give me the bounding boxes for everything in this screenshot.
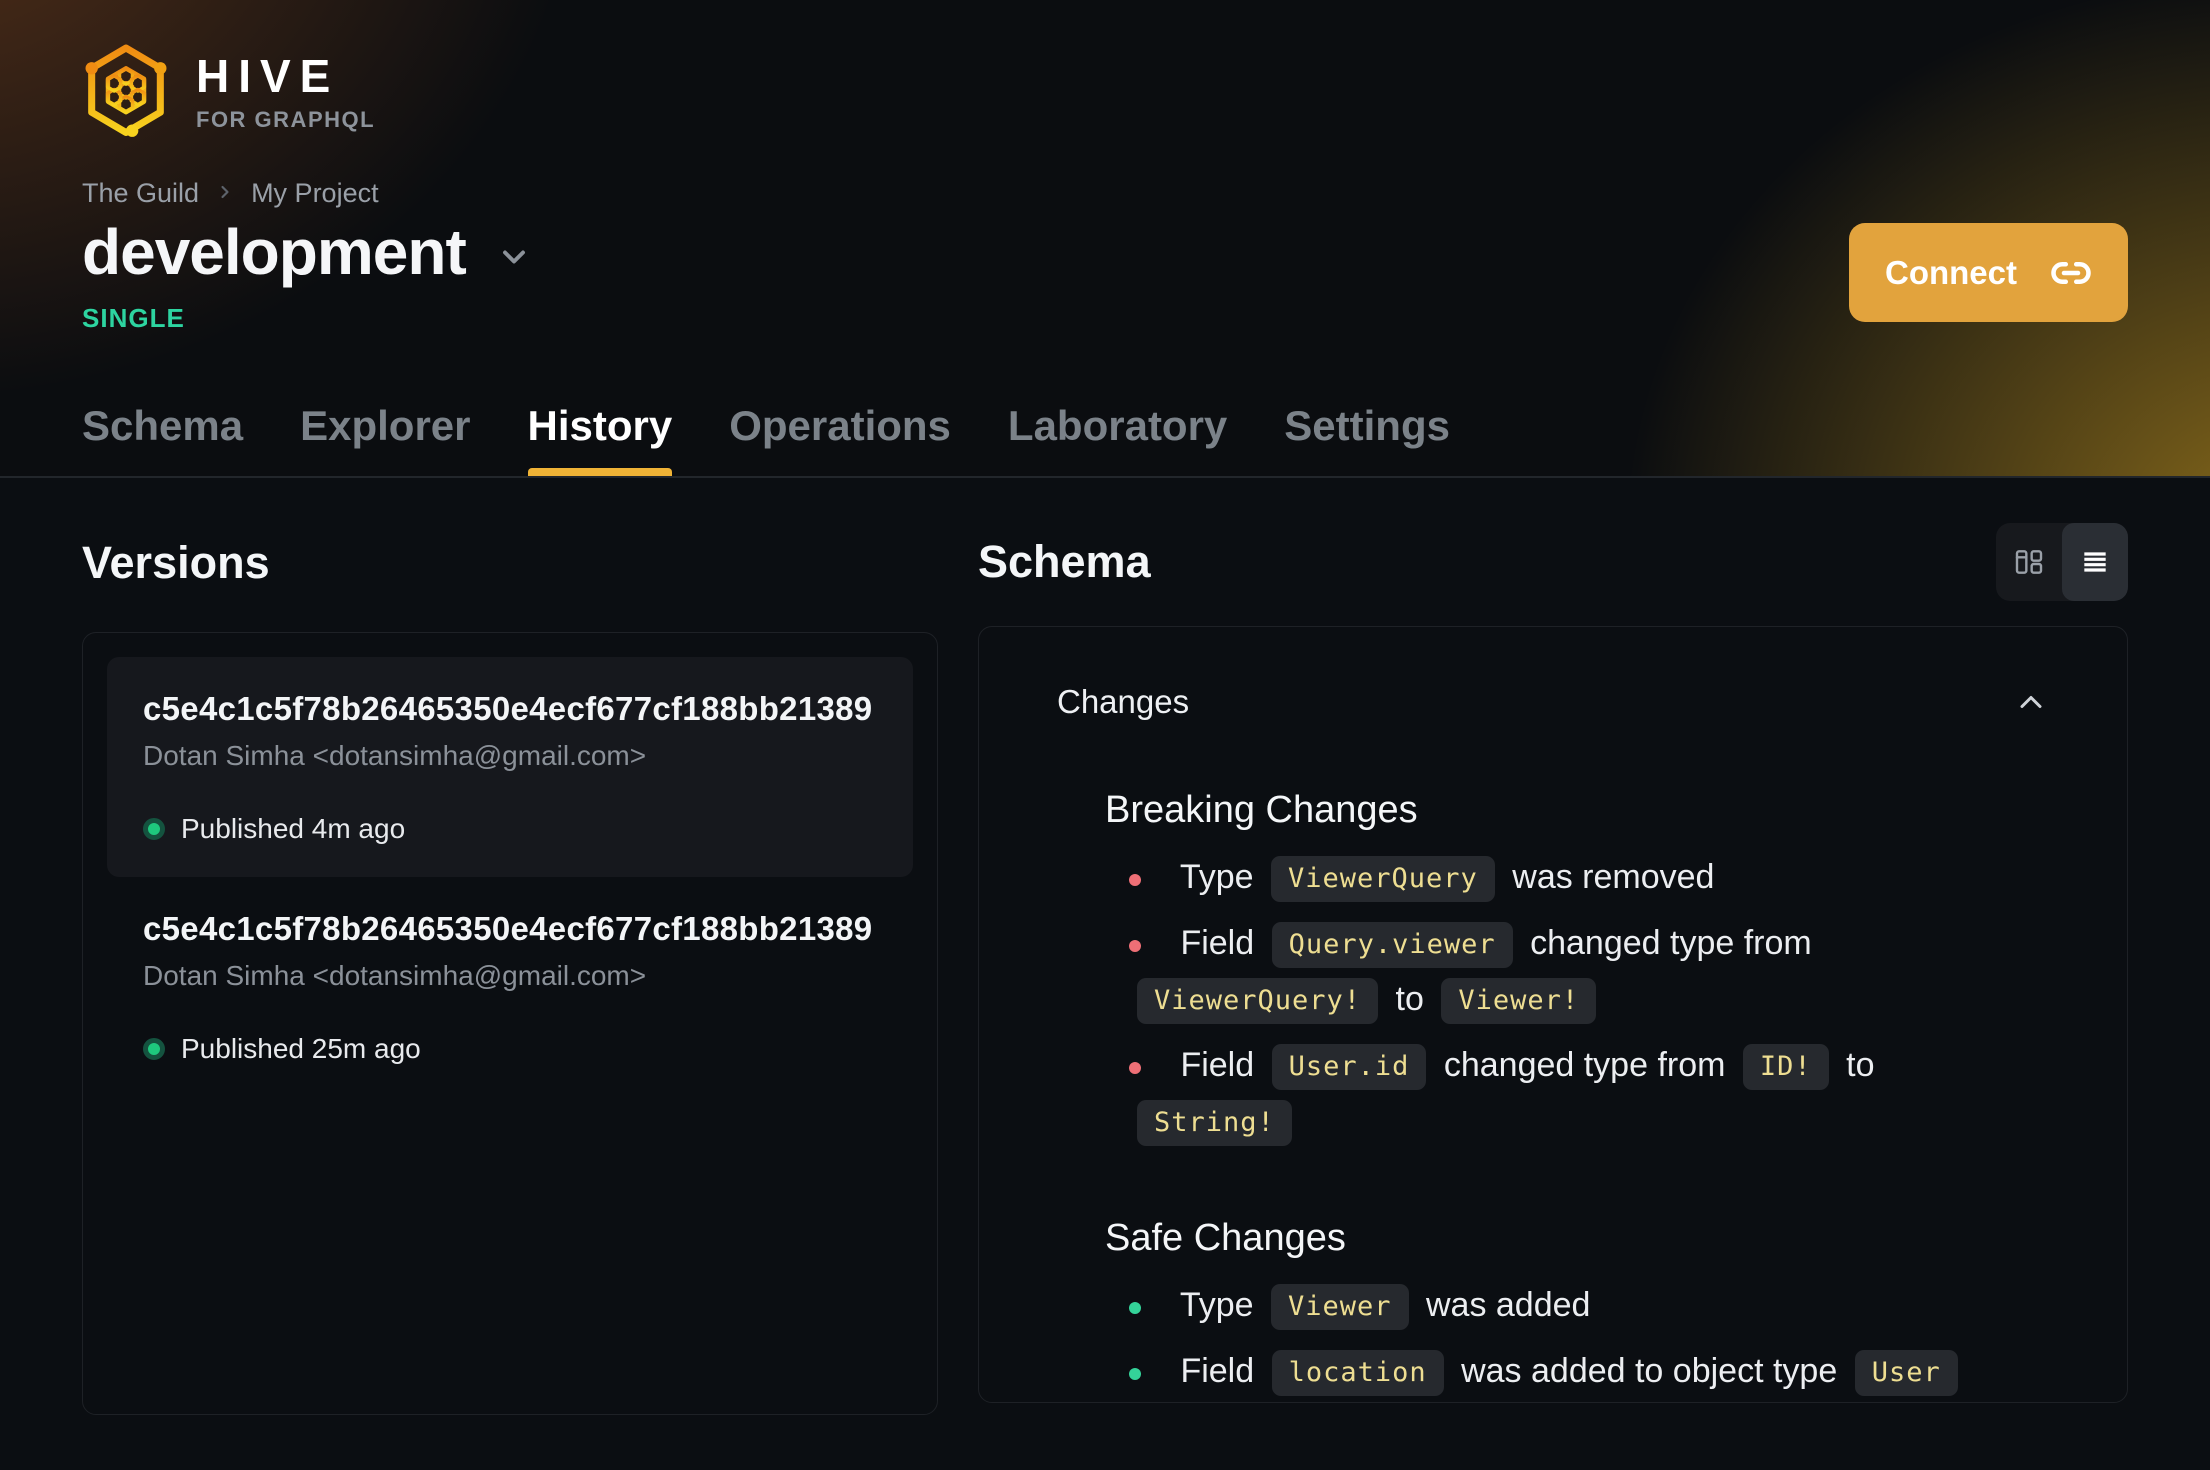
page-title: development [82,216,467,288]
change-text: changed type from [1434,1046,1735,1084]
change-list: Type Viewer was added Field location was… [1105,1277,2047,1399]
tab-bar: Schema Explorer History Operations Laborator… [82,402,1450,476]
connect-button[interactable]: Connect [1849,223,2128,322]
breadcrumb-item[interactable]: My Project [251,178,379,209]
change-text: was removed [1502,858,1715,896]
brand-logo-row: HIVE FOR GRAPHQL [82,0,2128,148]
code-chip: ViewerQuery! [1137,978,1379,1024]
change-item: Field User.id changed type from ID! to S… [1105,1037,2047,1149]
schema-section: Schema Changes Breaking Changes Type Vie… [978,523,2128,1415]
tab-history[interactable]: History [527,402,672,476]
schema-heading-row: Schema [978,522,2128,602]
change-text: Field [1171,1046,1264,1084]
brand-tagline: FOR GRAPHQL [196,107,376,132]
change-section-heading: Safe Changes [1105,1217,1346,1259]
breadcrumb-item[interactable]: The Guild [82,178,199,209]
version-status-text: Published 25m ago [181,1033,421,1064]
code-chip: Query.viewer [1271,922,1513,968]
brand-wordmark: HIVE FOR GRAPHQL [196,53,375,131]
code-chip: User [1854,1350,1958,1396]
change-text: Field [1171,1352,1264,1390]
version-hash: c5e4c1c5f78b26465350e4ecf677cf188bb21389 [143,910,873,947]
code-chip: String! [1137,1100,1292,1146]
change-text: was added [1416,1286,1591,1324]
versions-title: Versions [82,537,270,588]
change-text: Field [1171,924,1264,962]
tab-schema[interactable]: Schema [82,402,243,476]
version-status-row: Published 25m ago [143,1033,877,1065]
change-item: Field location was added to object type … [1105,1343,2047,1399]
change-item: Type Viewer was added [1105,1277,2047,1333]
change-item: Type ViewerQuery was removed [1105,849,2047,905]
version-card[interactable]: c5e4c1c5f78b26465350e4ecf677cf188bb21389… [107,877,913,1097]
changes-header[interactable]: Changes [979,627,2127,721]
version-author: Dotan Simha <dotansimha@gmail.com> [143,740,647,771]
chevron-up-icon [2020,696,2042,708]
tab-operations[interactable]: Operations [729,402,951,476]
connect-label: Connect [1885,253,2017,291]
version-status-row: Published 4m ago [143,813,877,845]
version-author: Dotan Simha <dotansimha@gmail.com> [143,960,647,991]
link-icon [2051,261,2091,284]
view-toggle [1996,523,2128,601]
tab-laboratory[interactable]: Laboratory [1008,402,1227,476]
code-chip: location [1271,1350,1444,1396]
code-chip: ViewerQuery [1271,856,1495,902]
brand-name: HIVE [196,50,340,102]
change-text: Type [1171,1286,1263,1324]
change-text: to [1386,980,1434,1018]
change-item: Field Query.viewer changed type from Vie… [1105,915,2047,1027]
change-section-heading: Breaking Changes [1105,789,1418,831]
change-text: to [1836,1046,1875,1084]
change-list: Type ViewerQuery was removed Field Query… [1105,849,2047,1149]
title-row: development [82,217,2128,287]
breadcrumb: The Guild My Project [82,178,2128,209]
bullet-icon [1129,874,1141,886]
main-content: Versions c5e4c1c5f78b26465350e4ecf677cf1… [0,478,2210,1415]
code-chip: Viewer! [1441,978,1597,1024]
change-text: changed type from [1520,924,1812,962]
list-view-button[interactable] [2062,523,2128,601]
bullet-icon [1129,940,1141,952]
status-badge: SINGLE [82,303,185,334]
version-card[interactable]: c5e4c1c5f78b26465350e4ecf677cf188bb21389… [107,657,913,877]
changes-label: Changes [1057,683,1190,720]
code-chip: ID! [1742,1044,1829,1090]
bullet-icon [1129,1062,1141,1074]
code-chip: User.id [1271,1044,1427,1090]
version-hash: c5e4c1c5f78b26465350e4ecf677cf188bb21389 [143,690,873,727]
published-dot-icon [143,818,165,840]
tab-settings[interactable]: Settings [1284,402,1450,476]
change-text: Type [1171,858,1263,896]
columns-view-icon [2015,550,2043,574]
versions-section: Versions c5e4c1c5f78b26465350e4ecf677cf1… [82,536,938,1415]
code-chip: Viewer [1271,1284,1409,1330]
list-view-icon [2084,552,2106,572]
bullet-icon [1129,1368,1141,1380]
hive-logo-icon [85,44,167,137]
bullet-icon [1129,1302,1141,1314]
version-status-text: Published 4m ago [181,813,406,844]
versions-panel: c5e4c1c5f78b26465350e4ecf677cf188bb21389… [82,632,938,1415]
schema-panel: Changes Breaking Changes Type ViewerQuer… [978,626,2128,1403]
header: HIVE FOR GRAPHQL The Guild My Project dev… [0,0,2210,478]
chevron-down-icon[interactable] [496,239,532,275]
columns-view-button[interactable] [1996,523,2062,601]
published-dot-icon [143,1038,165,1060]
change-text: was added to object type [1451,1352,1847,1390]
breadcrumb-chevron-icon [215,178,235,209]
schema-title: Schema [978,536,1151,587]
tab-explorer[interactable]: Explorer [300,402,470,476]
changes-body: Breaking Changes Type ViewerQuery was re… [979,787,2127,1399]
